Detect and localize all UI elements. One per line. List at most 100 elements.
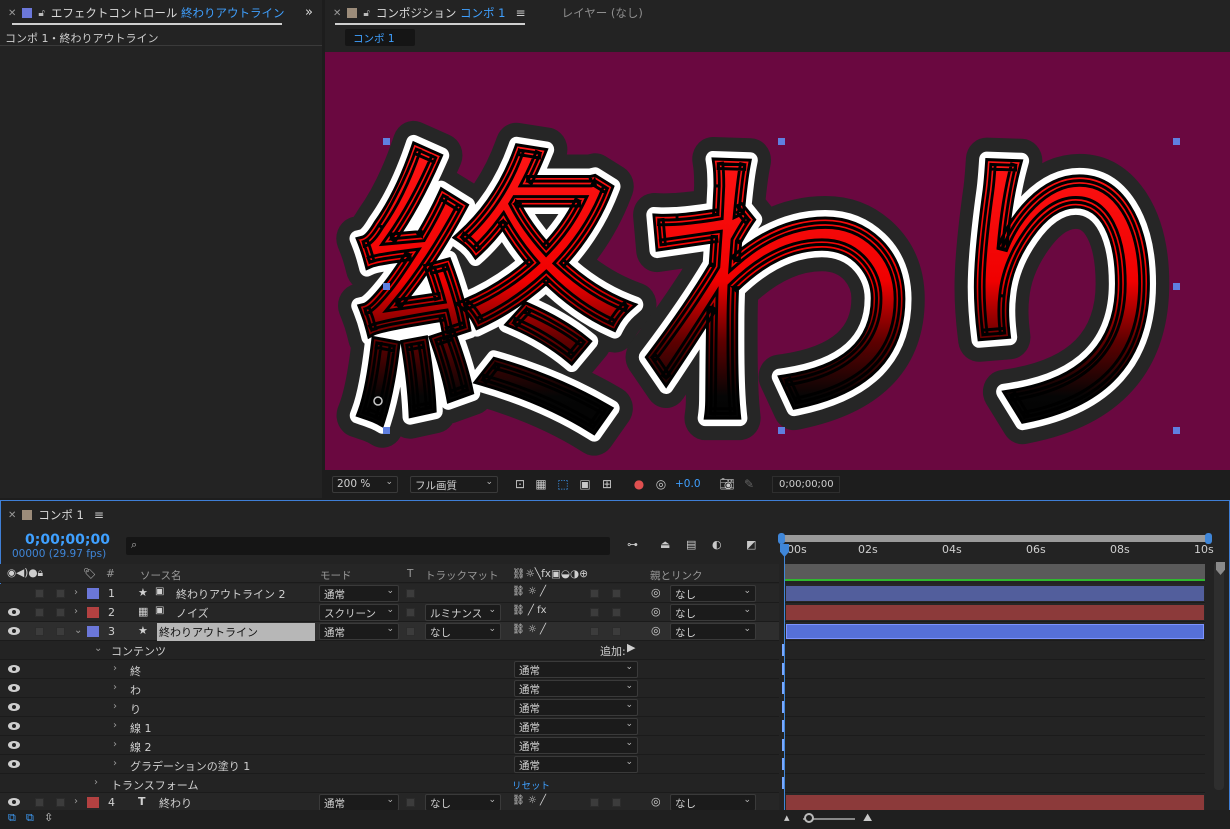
snapshot-icon[interactable]: 📷︎: [719, 476, 735, 492]
content-mode-dropdown[interactable]: 通常 ⌄: [514, 718, 638, 735]
chevron-right-icon[interactable]: ›: [113, 701, 117, 712]
toggle-switches-icon[interactable]: ⧉: [8, 811, 16, 825]
shy-layers-icon[interactable]: ⏏: [660, 538, 670, 551]
content-name[interactable]: 線 2: [130, 739, 152, 755]
transparency-grid-icon[interactable]: ▦: [533, 476, 549, 492]
visibility-eye-icon[interactable]: [8, 684, 20, 692]
content-name[interactable]: 線 1: [130, 720, 152, 736]
pick-whip-icon[interactable]: ◎: [651, 795, 661, 808]
trackmatte-dropdown[interactable]: ルミナンス ⌄: [425, 604, 501, 621]
3d-switch[interactable]: [612, 798, 621, 807]
audio-switch[interactable]: [35, 798, 44, 807]
reset-link[interactable]: リセット: [512, 778, 550, 792]
comp-viewer[interactable]: 終わり 終わり 終わり: [325, 52, 1230, 470]
layer-switches-icons[interactable]: ⛓ ☼ ╱: [512, 795, 546, 806]
chevron-right-icon[interactable]: ›: [113, 739, 117, 750]
timeline-tab[interactable]: コンポ 1: [38, 507, 83, 523]
show-snapshot-icon[interactable]: ✎: [741, 476, 757, 492]
layer-mode-dropdown[interactable]: 通常 ⌄: [319, 623, 399, 640]
layer-duration-bar[interactable]: [786, 624, 1204, 639]
graph-editor-icon[interactable]: ◩: [746, 538, 756, 551]
layer-switches-icons[interactable]: ⛓ ☼ ╱: [512, 586, 546, 597]
preserve-transparency-switch[interactable]: [406, 798, 415, 807]
content-mode-dropdown[interactable]: 通常 ⌄: [514, 756, 638, 773]
3d-switch[interactable]: [612, 627, 621, 636]
toggle-modes-icon[interactable]: ⧉: [26, 811, 34, 825]
lock-switch[interactable]: [56, 798, 65, 807]
content-name[interactable]: 終: [130, 663, 141, 679]
visibility-eye-icon[interactable]: [8, 627, 20, 635]
timeline-scrollbar[interactable]: [1214, 562, 1224, 790]
zoom-in-icon[interactable]: ⛰: [863, 811, 872, 825]
chevron-right-icon[interactable]: ›: [113, 720, 117, 731]
parent-dropdown[interactable]: なし ⌄: [670, 604, 756, 621]
layer-label-color[interactable]: [87, 626, 99, 637]
add-play-icon[interactable]: ▶︎: [627, 641, 635, 654]
content-mode-dropdown[interactable]: 通常 ⌄: [514, 680, 638, 697]
parent-dropdown[interactable]: なし ⌄: [670, 794, 756, 811]
layer-mode-dropdown[interactable]: スクリーン ⌄: [319, 604, 399, 621]
exposure-value[interactable]: +0.0: [675, 478, 701, 490]
close-tab-icon[interactable]: ✕: [8, 510, 16, 521]
preserve-transparency-switch[interactable]: [406, 627, 415, 636]
chevron-right-icon[interactable]: ›: [74, 587, 78, 598]
chevron-down-icon[interactable]: ⌄: [74, 625, 82, 636]
content-mode-dropdown[interactable]: 通常 ⌄: [514, 737, 638, 754]
close-tab-icon[interactable]: ✕: [8, 8, 16, 19]
chevron-right-icon[interactable]: ›: [94, 777, 98, 788]
layer-mode-dropdown[interactable]: 通常 ⌄: [319, 794, 399, 811]
layer-mode-dropdown[interactable]: 通常 ⌄: [319, 585, 399, 602]
audio-switch[interactable]: [35, 608, 44, 617]
zoom-out-icon[interactable]: ▴: [784, 811, 790, 824]
fast-preview-icon[interactable]: ⊡: [512, 476, 528, 492]
mask-visibility-icon[interactable]: ⬚: [555, 476, 571, 492]
panel-menu-icon[interactable]: »: [305, 5, 313, 20]
3d-switch[interactable]: [612, 608, 621, 617]
chevron-right-icon[interactable]: ›: [113, 758, 117, 769]
parent-dropdown[interactable]: なし ⌄: [670, 585, 756, 602]
grid-guides-icon[interactable]: ⊞: [599, 476, 615, 492]
pick-whip-icon[interactable]: ◎: [651, 605, 661, 618]
layer-search-input[interactable]: ⌕: [126, 537, 610, 555]
adjustment-switch[interactable]: [590, 589, 599, 598]
content-mode-dropdown[interactable]: 通常 ⌄: [514, 699, 638, 716]
visibility-eye-icon[interactable]: [8, 722, 20, 730]
layer-label-color[interactable]: [87, 797, 99, 808]
layer-switches-icons[interactable]: ⛓ ☼ ╱: [512, 624, 546, 635]
region-of-interest-icon[interactable]: ▣: [577, 476, 593, 492]
parent-dropdown[interactable]: なし ⌄: [670, 623, 756, 640]
comp-flowchart-icon[interactable]: ⊶: [627, 538, 638, 551]
preserve-transparency-switch[interactable]: [406, 608, 415, 617]
work-area-bar[interactable]: [782, 535, 1210, 542]
effect-controls-tab[interactable]: エフェクトコントロール 終わりアウトライン: [51, 5, 285, 21]
zoom-slider-thumb[interactable]: [804, 813, 814, 823]
parent-column-header[interactable]: 親とリンク: [650, 568, 703, 583]
zoom-dropdown[interactable]: 200 % ⌄: [332, 476, 398, 493]
frame-blending-icon[interactable]: ▤: [686, 538, 696, 551]
layer-name[interactable]: 終わりアウトライン: [157, 623, 315, 641]
visibility-eye-icon[interactable]: [8, 703, 20, 711]
tab-menu-icon[interactable]: ≡: [516, 6, 526, 20]
layer-tab[interactable]: レイヤー (なし): [562, 5, 643, 21]
adjustment-switch[interactable]: [590, 798, 599, 807]
layer-name[interactable]: 終わりアウトライン 2: [174, 585, 288, 603]
audio-switch[interactable]: [35, 589, 44, 598]
tab-menu-icon[interactable]: ≡: [94, 508, 104, 522]
motion-blur-icon[interactable]: ◐: [712, 538, 722, 551]
trackmatte-dropdown[interactable]: なし ⌄: [425, 794, 501, 811]
pick-whip-icon[interactable]: ◎: [651, 586, 661, 599]
lock-switch[interactable]: [56, 627, 65, 636]
chevron-down-icon[interactable]: ⌄: [94, 643, 102, 654]
visibility-eye-icon[interactable]: [8, 665, 20, 673]
channel-icon[interactable]: ●: [631, 476, 647, 492]
visibility-eye-icon[interactable]: [8, 798, 20, 806]
3d-switch[interactable]: [612, 589, 621, 598]
time-ruler[interactable]: 00s 02s 04s 06s 08s 10s: [782, 542, 1214, 564]
lock-switch[interactable]: [56, 589, 65, 598]
composition-tab[interactable]: コンポジション コンポ 1: [376, 5, 506, 21]
timeline-timecode[interactable]: 0;00;00;00: [25, 532, 110, 548]
visibility-eye-icon[interactable]: [8, 741, 20, 749]
chevron-right-icon[interactable]: ›: [74, 606, 78, 617]
toggle-in-out-icon[interactable]: ⇳: [44, 811, 53, 824]
resolution-dropdown[interactable]: フル画質 ⌄: [410, 476, 498, 493]
